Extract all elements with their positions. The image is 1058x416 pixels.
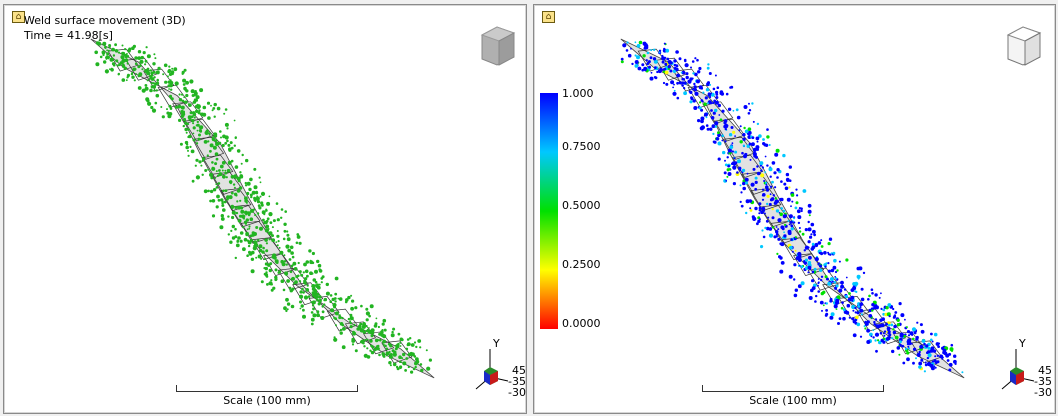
model-view-right[interactable] xyxy=(534,5,1055,413)
legend-label-050: 0.5000 xyxy=(562,199,601,212)
view-cube-icon[interactable] xyxy=(474,21,520,67)
weld-points xyxy=(94,39,432,374)
color-legend: 1.000 0.7500 0.5000 0.2500 0.0000 xyxy=(540,87,610,333)
scale-indicator: Scale (100 mm) xyxy=(176,385,358,407)
legend-label-min: 0.0000 xyxy=(562,317,601,330)
axis-triad: Y 45 -35 -30 xyxy=(996,337,1052,407)
lock-icon[interactable]: ⌂ xyxy=(542,11,555,23)
rotation-readout: 45 -35 -30 xyxy=(508,365,526,398)
scale-indicator: Scale (100 mm) xyxy=(702,385,884,407)
legend-label-025: 0.2500 xyxy=(562,258,601,271)
rotation-readout: 45 -35 -30 xyxy=(1034,365,1052,398)
scale-bar xyxy=(176,385,358,392)
scale-label: Scale (100 mm) xyxy=(223,394,311,407)
axis-y-label: Y xyxy=(1019,337,1026,350)
model-view-left[interactable] xyxy=(4,5,526,413)
rotation-z: -30 xyxy=(508,386,526,399)
axis-triad-icon xyxy=(475,349,509,390)
right-viewport[interactable]: ⌂ 1.000 0.7500 0.5000 0.2500 0.0000 Scal… xyxy=(533,4,1056,414)
weld-points xyxy=(620,40,964,374)
color-legend-bar xyxy=(540,93,558,329)
legend-label-075: 0.7500 xyxy=(562,140,601,153)
rotation-z: -30 xyxy=(1034,386,1052,399)
axis-triad-icon xyxy=(1001,349,1035,390)
part-outline xyxy=(620,38,965,379)
view-cube-icon[interactable] xyxy=(1000,21,1046,67)
axis-triad: Y 45 -35 -30 xyxy=(470,337,526,407)
time-readout: Time = 41.98[s] xyxy=(24,29,113,42)
scale-label: Scale (100 mm) xyxy=(749,394,837,407)
left-viewport[interactable]: ⌂ Weld surface movement (3D) Time = 41.9… xyxy=(3,4,527,414)
result-title: Weld surface movement (3D) xyxy=(24,14,186,27)
scale-bar xyxy=(702,385,884,392)
legend-label-max: 1.000 xyxy=(562,87,594,100)
axis-y-label: Y xyxy=(493,337,500,350)
